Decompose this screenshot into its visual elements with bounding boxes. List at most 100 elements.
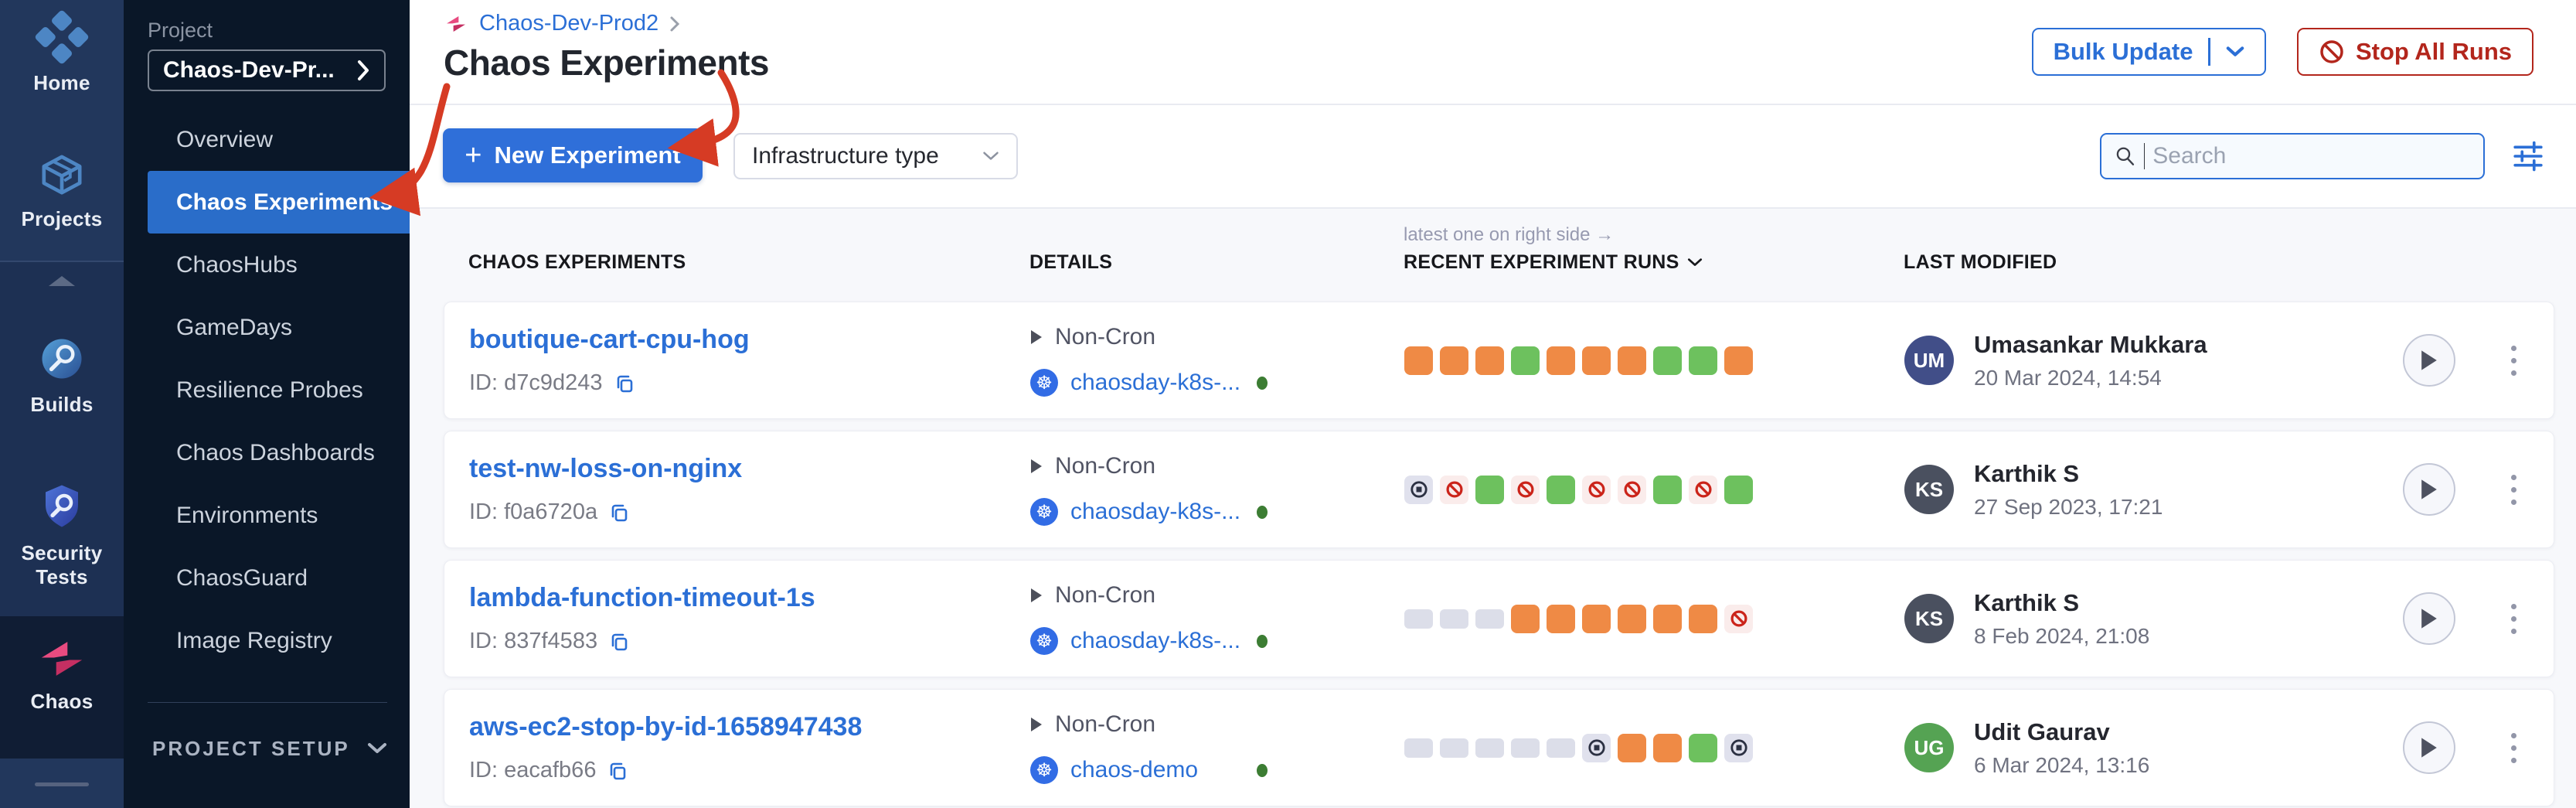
projects-icon — [32, 148, 91, 201]
sidebar-item-chaos-experiments[interactable]: Chaos Experiments — [148, 171, 410, 234]
run-tile-green[interactable] — [1475, 476, 1504, 504]
new-experiment-button[interactable]: + New Experiment — [443, 128, 703, 182]
sidebar-item-resilience-probes[interactable]: Resilience Probes — [148, 359, 410, 421]
run-tile-green[interactable] — [1653, 476, 1682, 504]
copy-icon[interactable] — [608, 631, 630, 653]
sidebar-item-overview[interactable]: Overview — [148, 108, 410, 171]
experiment-name-link[interactable]: boutique-cart-cpu-hog — [469, 325, 1030, 355]
infrastructure-link[interactable]: chaosday-k8s-... — [1070, 370, 1244, 396]
run-tile-orange[interactable] — [1547, 605, 1575, 633]
sidebar-item-chaoshubs[interactable]: ChaosHubs — [148, 234, 410, 296]
chaos-icon — [34, 634, 90, 684]
experiment-name-link[interactable]: aws-ec2-stop-by-id-1658947438 — [469, 712, 1030, 742]
infrastructure-link[interactable]: chaosday-k8s-... — [1070, 499, 1244, 525]
run-tile-orange[interactable] — [1440, 346, 1468, 375]
home-icon — [34, 9, 90, 65]
experiment-name-cell: aws-ec2-stop-by-id-1658947438 ID: eacafb… — [469, 712, 1030, 783]
infrastructure-status-dot — [1257, 506, 1268, 519]
run-tile-stopped[interactable] — [1404, 476, 1433, 504]
sidebar-project-setup[interactable]: PROJECT SETUP — [148, 727, 387, 770]
run-tile-stopped[interactable] — [1582, 734, 1611, 762]
rail-item-security-tests[interactable]: Security Tests — [0, 479, 124, 589]
sidebar-item-chaosguard[interactable]: ChaosGuard — [148, 547, 410, 609]
infrastructure-line: ☸ chaosday-k8s-... — [1030, 369, 1404, 397]
run-experiment-button[interactable] — [2403, 721, 2455, 774]
rail-collapse-chevron-up[interactable] — [0, 272, 124, 289]
run-tile-stopped[interactable] — [1724, 734, 1753, 762]
run-tile-orange[interactable] — [1618, 605, 1646, 633]
copy-icon[interactable] — [614, 373, 635, 394]
kebab-dot — [2511, 745, 2516, 751]
infrastructure-type-select[interactable]: Infrastructure type — [733, 133, 1018, 179]
sidebar-item-image-registry[interactable]: Image Registry — [148, 609, 410, 672]
copy-icon[interactable] — [608, 502, 630, 523]
run-tile-orange[interactable] — [1653, 605, 1682, 633]
experiment-name-link[interactable]: test-nw-loss-on-nginx — [469, 454, 1030, 484]
run-experiment-button[interactable] — [2403, 592, 2455, 645]
run-tile-empty — [1547, 738, 1575, 758]
sidebar-item-chaos-dashboards[interactable]: Chaos Dashboards — [148, 421, 410, 484]
run-tile-failed[interactable] — [1440, 476, 1468, 504]
last-modified-cell: UM Umasankar Mukkara 20 Mar 2024, 14:54 — [1904, 331, 2337, 390]
rail-resize-handle[interactable] — [35, 782, 89, 786]
sidebar-item-environments[interactable]: Environments — [148, 484, 410, 547]
schedule-label: Non-Cron — [1055, 324, 1155, 350]
run-tile-orange[interactable] — [1547, 346, 1575, 375]
run-tile-green[interactable] — [1547, 476, 1575, 504]
sidebar-item-gamedays[interactable]: GameDays — [148, 296, 410, 359]
run-tile-orange[interactable] — [1582, 346, 1611, 375]
experiment-id: ID: eacafb66 — [469, 758, 1030, 783]
rail-item-projects[interactable]: Projects — [0, 148, 124, 231]
row-menu-button[interactable] — [2506, 470, 2521, 510]
run-tile-empty — [1475, 609, 1504, 629]
sidebar-divider — [148, 702, 387, 703]
last-modified-cell: KS Karthik S 27 Sep 2023, 17:21 — [1904, 460, 2337, 520]
run-tile-failed[interactable] — [1724, 605, 1753, 633]
run-tile-failed[interactable] — [1511, 476, 1540, 504]
row-menu-button[interactable] — [2506, 728, 2521, 768]
run-tile-orange[interactable] — [1689, 605, 1717, 633]
search-input[interactable] — [2152, 143, 2471, 169]
column-header-recent-runs[interactable]: RECENT EXPERIMENT RUNS — [1404, 251, 1904, 274]
rail-item-chaos[interactable]: Chaos — [0, 634, 124, 714]
run-tile-orange[interactable] — [1511, 605, 1540, 633]
chevron-down-icon[interactable] — [2226, 46, 2244, 58]
run-tile-green[interactable] — [1511, 346, 1540, 375]
filter-button[interactable] — [2511, 139, 2545, 177]
last-modified-cell: UG Udit Gaurav 6 Mar 2024, 13:16 — [1904, 718, 2337, 778]
run-experiment-button[interactable] — [2403, 334, 2455, 387]
rail-item-builds[interactable]: Builds — [0, 331, 124, 417]
run-experiment-button[interactable] — [2403, 463, 2455, 516]
bulk-update-button[interactable]: Bulk Update — [2032, 28, 2266, 76]
row-menu-button[interactable] — [2506, 341, 2521, 380]
run-tile-failed[interactable] — [1618, 476, 1646, 504]
stop-all-runs-button[interactable]: Stop All Runs — [2297, 28, 2533, 76]
modified-by-name: Umasankar Mukkara — [1974, 331, 2207, 359]
run-tile-green[interactable] — [1689, 346, 1717, 375]
run-tile-orange[interactable] — [1618, 346, 1646, 375]
run-tile-orange[interactable] — [1582, 605, 1611, 633]
run-tile-green[interactable] — [1689, 734, 1717, 762]
run-tile-failed[interactable] — [1689, 476, 1717, 504]
row-actions — [2337, 721, 2529, 774]
button-divider — [2208, 38, 2210, 66]
project-selector[interactable]: Chaos-Dev-Pr... — [148, 49, 386, 91]
copy-icon[interactable] — [607, 760, 628, 782]
row-menu-button[interactable] — [2506, 599, 2521, 639]
run-tile-orange[interactable] — [1724, 346, 1753, 375]
run-tile-orange[interactable] — [1475, 346, 1504, 375]
schedule-line: Non-Cron — [1030, 711, 1404, 738]
infrastructure-link[interactable]: chaosday-k8s-... — [1070, 628, 1244, 654]
experiment-name-link[interactable]: lambda-function-timeout-1s — [469, 583, 1030, 613]
run-tile-failed[interactable] — [1582, 476, 1611, 504]
failed-run-icon — [1622, 479, 1642, 499]
infrastructure-link[interactable]: chaos-demo — [1070, 757, 1244, 783]
breadcrumb-project-link[interactable]: Chaos-Dev-Prod2 — [479, 11, 658, 36]
rail-item-home[interactable]: Home — [0, 9, 124, 95]
run-tile-orange[interactable] — [1618, 734, 1646, 762]
experiment-id: ID: d7c9d243 — [469, 370, 1030, 396]
run-tile-orange[interactable] — [1404, 346, 1433, 375]
run-tile-green[interactable] — [1653, 346, 1682, 375]
run-tile-green[interactable] — [1724, 476, 1753, 504]
run-tile-orange[interactable] — [1653, 734, 1682, 762]
